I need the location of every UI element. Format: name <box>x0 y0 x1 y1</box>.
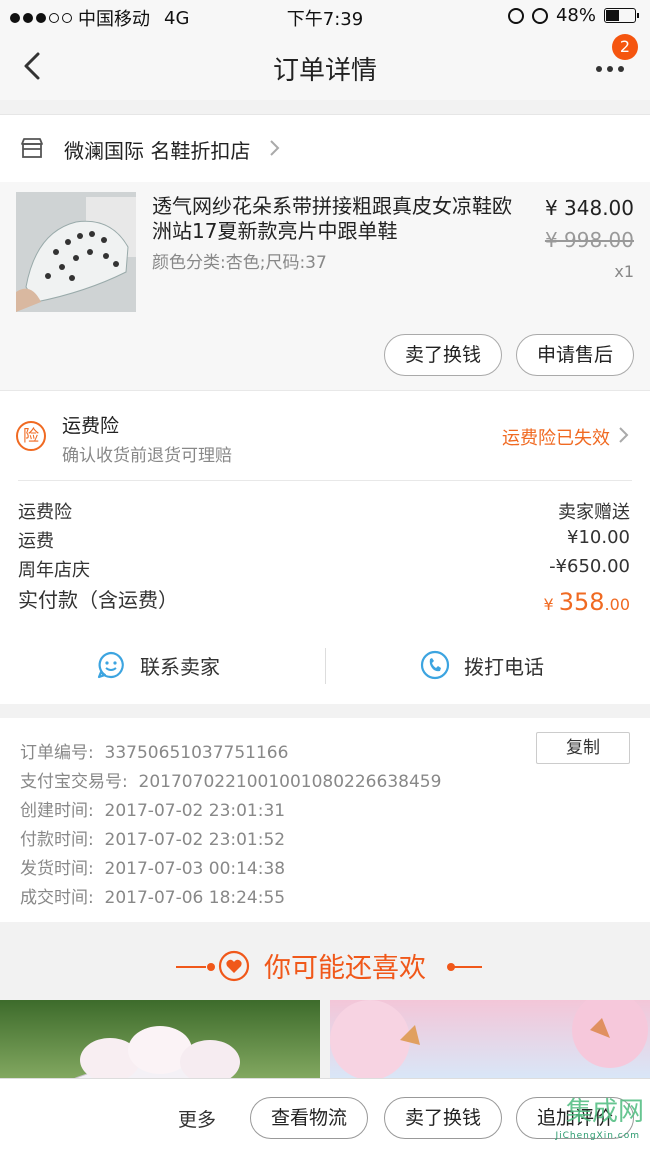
order-info-label: 成交时间: <box>20 888 94 908</box>
after-sale-button[interactable]: 申请售后 <box>516 334 634 376</box>
shoe-image <box>16 192 136 312</box>
order-info-row: 创建时间: 2017-07-02 23:01:31 <box>20 796 285 821</box>
order-info-row: 订单编号: 33750651037751166 <box>20 738 288 763</box>
shop-name: 微澜国际 名鞋折扣店 <box>64 139 251 163</box>
shop-row[interactable]: 微澜国际 名鞋折扣店 <box>0 114 650 182</box>
product-quantity: x1 <box>614 262 634 281</box>
order-info-row: 支付宝交易号: 2017070221001001080226638459 <box>20 767 441 792</box>
order-info-value: 2017-07-03 00:14:38 <box>104 859 286 879</box>
total-dec: .00 <box>604 595 630 614</box>
view-logistics-button[interactable]: 查看物流 <box>250 1097 368 1139</box>
page-title: 订单详情 <box>272 56 377 86</box>
decor-line <box>452 966 482 968</box>
fee-label: 周年店庆 <box>18 560 90 581</box>
fee-value: 卖家赠送 <box>558 502 630 523</box>
product-original-price: ¥ 998.00 <box>544 228 634 252</box>
rotation-lock-icon <box>507 7 524 24</box>
recommend-title: 你可能还喜欢 <box>264 953 426 984</box>
chat-icon <box>97 651 124 679</box>
insurance-status: 运费险已失效 <box>502 428 610 449</box>
notification-badge: 2 <box>612 34 638 60</box>
fee-summary: 运费险 卖家赠送 运费 ¥10.00 周年店庆 -¥650.00 实付款（含运费… <box>0 480 650 628</box>
shipping-insurance-row[interactable]: 险 运费险 确认收货前退货可理赔 运费险已失效 <box>0 390 650 480</box>
battery-icon <box>604 8 639 23</box>
insurance-icon: 险 <box>16 421 46 451</box>
order-info-label: 创建时间: <box>20 801 94 821</box>
order-info-label: 支付宝交易号: <box>20 772 128 792</box>
order-info-row: 发货时间: 2017-07-03 00:14:38 <box>20 854 285 879</box>
product-title: 透气网纱花朵系带拼接粗跟真皮女凉鞋欧洲站17夏新款亮片中跟单鞋 <box>152 194 512 243</box>
watermark-url: JiChengXin.com <box>555 1131 640 1141</box>
order-info-value: 2017070221001001080226638459 <box>138 772 442 792</box>
fee-row: 运费险 卖家赠送 <box>18 498 630 524</box>
fee-row: 运费 ¥10.00 <box>18 527 630 553</box>
order-info: 复制 订单编号: 33750651037751166 支付宝交易号: 20170… <box>0 718 650 922</box>
order-detail-page: 中国移动 4G 下午7:39 48% 订单详情 2 微澜国际 名鞋折扣店 透气网… <box>0 0 650 1155</box>
fee-label: 运费 <box>18 531 54 552</box>
bottom-action-bar: 更多 查看物流 卖了换钱 追加评价 集成网 JiChengXin.com <box>0 1078 650 1155</box>
call-button[interactable]: 拨打电话 <box>420 650 544 680</box>
total-row: 实付款（含运费） ¥ 358.00 <box>18 584 630 616</box>
order-info-value: 2017-07-02 23:01:52 <box>104 830 286 850</box>
divider <box>325 648 326 684</box>
order-item[interactable]: 透气网纱花朵系带拼接粗跟真皮女凉鞋欧洲站17夏新款亮片中跟单鞋 颜色分类:杏色;… <box>0 182 650 390</box>
call-label: 拨打电话 <box>464 654 544 679</box>
status-bar: 中国移动 4G 下午7:39 48% <box>0 0 650 34</box>
order-info-row: 成交时间: 2017-07-06 18:24:55 <box>20 883 285 908</box>
order-info-value: 2017-07-06 18:24:55 <box>104 888 286 908</box>
order-info-label: 发货时间: <box>20 859 94 879</box>
insurance-title: 运费险 <box>62 415 120 437</box>
order-info-row: 付款时间: 2017-07-02 23:01:52 <box>20 825 285 850</box>
contact-bar: 联系卖家 拨打电话 <box>0 628 650 704</box>
total-amount: ¥ 358.00 <box>543 588 630 616</box>
divider <box>18 480 632 481</box>
fee-row: 周年店庆 -¥650.00 <box>18 556 630 582</box>
phone-icon <box>420 650 450 680</box>
more-button[interactable]: 更多 <box>178 1105 216 1132</box>
fee-value: -¥650.00 <box>549 556 630 577</box>
chevron-right-icon <box>619 427 629 443</box>
order-info-value: 33750651037751166 <box>104 743 289 763</box>
contact-seller-label: 联系卖家 <box>140 654 220 679</box>
total-label: 实付款（含运费） <box>18 588 178 612</box>
total-int: 358 <box>558 588 605 616</box>
chevron-right-icon <box>270 140 280 156</box>
alarm-icon <box>531 7 548 24</box>
product-spec: 颜色分类:杏色;尺码:37 <box>152 253 327 273</box>
watermark-logo: 集成网 <box>565 1097 644 1127</box>
product-price: ¥ 348.00 <box>544 196 634 220</box>
order-info-label: 订单编号: <box>20 743 94 763</box>
total-currency: ¥ <box>543 595 554 614</box>
sell-for-cash-button[interactable]: 卖了换钱 <box>384 1097 502 1139</box>
contact-seller-button[interactable]: 联系卖家 <box>96 650 220 680</box>
shop-icon <box>21 138 43 158</box>
product-thumbnail[interactable] <box>16 192 136 312</box>
order-info-label: 付款时间: <box>20 830 94 850</box>
nav-bar: 订单详情 2 <box>0 34 650 100</box>
copy-button[interactable]: 复制 <box>536 732 630 764</box>
sell-for-cash-button[interactable]: 卖了换钱 <box>384 334 502 376</box>
fee-value: ¥10.00 <box>567 527 630 548</box>
insurance-subtitle: 确认收货前退货可理赔 <box>62 446 232 466</box>
order-info-value: 2017-07-02 23:01:31 <box>104 801 286 821</box>
status-right: 48% <box>507 5 639 26</box>
battery-percent: 48% <box>555 5 596 26</box>
fee-label: 运费险 <box>18 502 72 523</box>
